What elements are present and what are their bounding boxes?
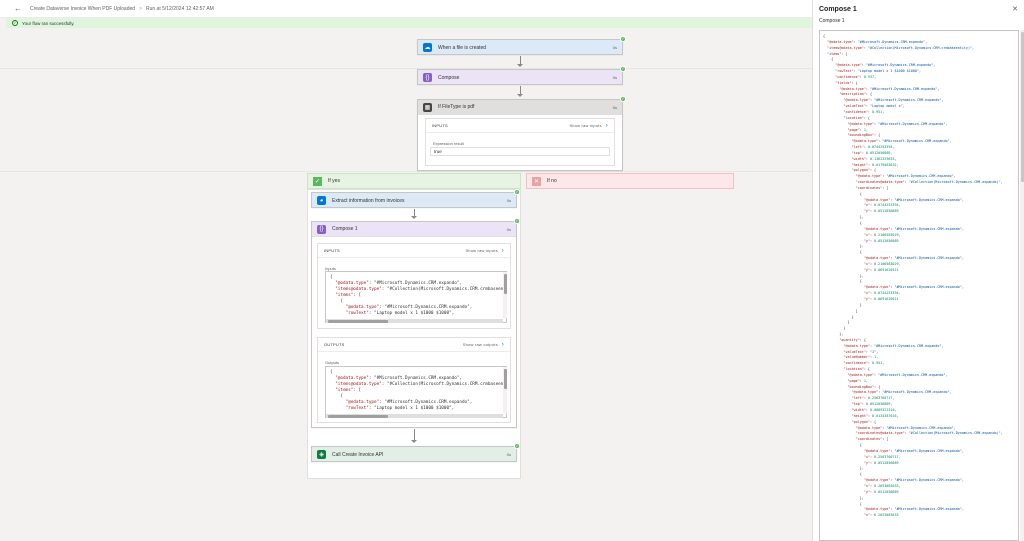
show-raw-inputs-link[interactable]: Show raw inputs (465, 248, 497, 253)
close-icon: ✕ (532, 176, 541, 186)
success-check-icon: ✓ (514, 218, 520, 224)
show-raw-outputs-link[interactable]: Show raw outputs (463, 342, 498, 347)
json-line: "x": 0.2653083033 (863, 513, 899, 518)
step-extract-invoice[interactable]: ◕ Extract information from invoices 0s (311, 192, 517, 208)
connector-arrowhead (411, 216, 417, 219)
step-title: Compose 1 (332, 226, 358, 232)
condition-inputs-section: INPUTS Show raw inputs › Expression resu… (425, 118, 615, 166)
arrow-left-icon[interactable]: ← (14, 4, 22, 13)
success-check-icon: ✓ (514, 443, 520, 449)
inputs-vertical-scrollbar[interactable] (503, 272, 507, 318)
step-title: Compose (438, 74, 460, 81)
chevron-right-icon[interactable]: › (502, 248, 504, 254)
inputs-json-viewer[interactable]: { "@odata.type": "#Microsoft.Dynamics.CR… (325, 271, 507, 323)
json-line: "rowText": "Laptop model x 1 $1000 $1000… (345, 406, 455, 411)
step-title: When a file is created (438, 44, 487, 51)
step-call-create-invoice-api[interactable]: ◈ Call Create Invoice API 0s (311, 446, 517, 462)
step-trigger[interactable]: ☁ When a file is created 0s (417, 39, 623, 55)
step-title: Extract information from invoices (332, 197, 405, 204)
run-header: ← Create Dataverse Invoice When PDF Uplo… (0, 0, 812, 18)
step-title: Call Create Invoice API (332, 451, 384, 458)
inputs-label: INPUTS (432, 123, 448, 128)
canvas-divider (0, 68, 812, 69)
json-line: "rowText": "Laptop model x 1 $1000 $1000… (345, 311, 455, 316)
outputs-json-viewer[interactable]: { "@odata.type": "#Microsoft.Dynamics.CR… (325, 366, 507, 418)
success-check-icon: ✓ (620, 66, 626, 72)
success-check-icon: ✓ (620, 36, 626, 42)
ai-builder-icon: ◕ (317, 196, 326, 205)
check-icon: ✓ (313, 176, 322, 186)
braces-icon: {} (317, 224, 326, 234)
details-panel: Compose 1 ✕ Compose 1 { "@odata.type": "… (812, 0, 1024, 541)
panel-vertical-scrollbar[interactable] (1020, 30, 1024, 541)
branch-if-yes[interactable]: ✓ If yes (307, 173, 521, 189)
success-check-icon: ✓ (514, 189, 520, 195)
panel-subtitle: Compose 1 (819, 18, 845, 24)
run-label: Run at 5/12/2024 12:42:57 AM (145, 5, 214, 12)
step-title: If FileType is pdf (438, 104, 475, 110)
expression-result-value: true (430, 147, 610, 156)
canvas-divider (0, 171, 812, 172)
check-circle-icon: ✓ (12, 20, 18, 26)
braces-icon: {} (423, 73, 432, 82)
outputs-field-label: Outputs (325, 360, 340, 365)
step-duration: 0s (506, 198, 511, 203)
breadcrumb-separator: > (139, 5, 142, 12)
cloud-icon: ☁ (423, 43, 432, 52)
connector-arrowhead (517, 64, 523, 67)
outputs-vertical-scrollbar[interactable] (503, 367, 507, 413)
step-duration: 0s (612, 75, 617, 80)
branch-label: If no (547, 178, 557, 184)
show-raw-inputs-link[interactable]: Show raw inputs (569, 123, 601, 128)
step-duration: 0s (506, 226, 511, 232)
close-icon[interactable]: ✕ (1012, 5, 1018, 13)
branch-label: If yes (328, 178, 340, 184)
chevron-right-icon[interactable]: › (502, 342, 504, 348)
connector-arrowhead (411, 440, 417, 443)
panel-title: Compose 1 (819, 5, 857, 13)
panel-json-viewer[interactable]: { "@odata.type": "#Microsoft.Dynamics.CR… (819, 30, 1019, 541)
step-duration: 0s (612, 104, 617, 110)
expression-result-label: Expression result (433, 141, 464, 146)
success-check-icon: ✓ (620, 96, 626, 102)
branch-if-no[interactable]: ✕ If no (526, 173, 734, 189)
success-message: Your flow ran successfully. (22, 20, 75, 26)
chevron-right-icon[interactable]: › (606, 123, 608, 129)
step-duration: 0s (506, 452, 511, 457)
success-banner: ✓ Your flow ran successfully. (6, 18, 812, 28)
flow-name-link[interactable]: Create Dataverse Invoice When PDF Upload… (30, 6, 135, 12)
inputs-horizontal-scrollbar[interactable] (326, 319, 503, 323)
step-duration: 0s (612, 45, 617, 50)
dataverse-icon: ◈ (317, 450, 326, 459)
outputs-horizontal-scrollbar[interactable] (326, 414, 503, 418)
inputs-label: INPUTS (324, 248, 340, 253)
outputs-label: OUTPUTS (324, 342, 345, 347)
condition-icon: ▦ (423, 102, 432, 112)
step-compose[interactable]: {} Compose 0s (417, 69, 623, 85)
connector-arrowhead (517, 94, 523, 97)
